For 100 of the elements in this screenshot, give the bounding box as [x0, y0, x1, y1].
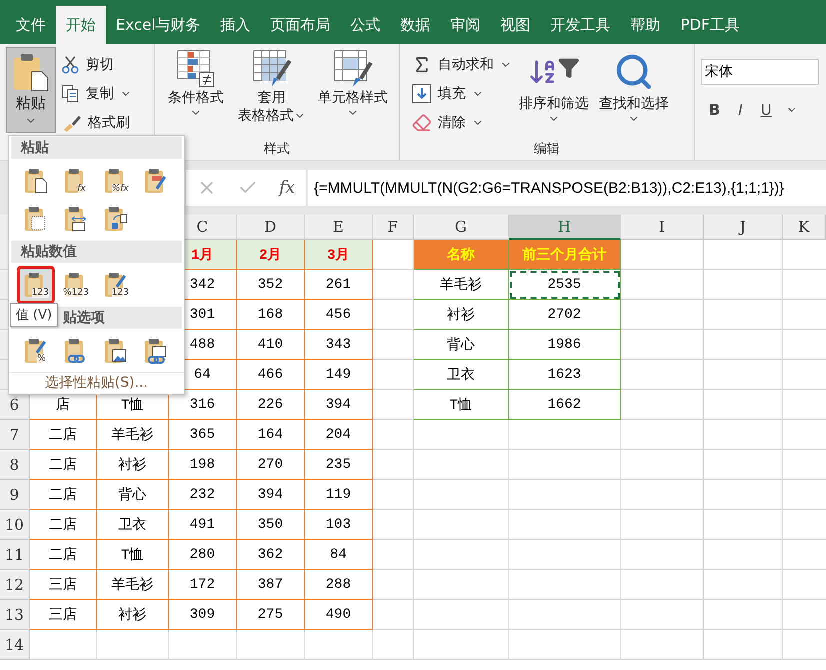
table-cell: 背心 [97, 480, 169, 510]
paste-option-button[interactable]: 123 [17, 266, 55, 304]
editing-button[interactable]: 填充 [410, 82, 514, 105]
ribbon-tab[interactable]: 插入 [210, 6, 261, 44]
search-icon [614, 52, 654, 92]
tooltip: 值 (V) [10, 303, 58, 327]
table-cell: 261 [305, 270, 373, 300]
column-header[interactable]: I [621, 215, 704, 240]
ribbon-tab[interactable]: Excel与财务 [106, 6, 211, 44]
format-button[interactable]: U [756, 99, 776, 121]
column-heading: 名称 [414, 240, 509, 270]
ribbon-tab[interactable]: 公式 [340, 6, 391, 44]
table-cell: 275 [237, 600, 305, 630]
paste-option-button[interactable]: % [17, 332, 55, 370]
row-header[interactable]: 14 [0, 630, 30, 660]
row-header[interactable]: 12 [0, 570, 30, 600]
table-cell: 270 [237, 450, 305, 480]
table-cell: T恤 [97, 540, 169, 570]
editing-button[interactable]: 清除 [410, 111, 514, 134]
ribbon-tab[interactable]: 视图 [490, 6, 541, 44]
clipboard-picture-icon [143, 336, 169, 365]
column-header[interactable]: D [237, 215, 305, 240]
table-cell: 1662 [509, 390, 621, 420]
ribbon-tab[interactable]: 开发工具 [540, 6, 621, 44]
style-button[interactable]: 套用 表格格式 [231, 47, 314, 125]
table-cell: 309 [169, 600, 237, 630]
clipboard-button[interactable]: 格式刷 [60, 111, 134, 134]
editing-button[interactable]: 自动求和 [410, 53, 514, 76]
table-cell: T恤 [414, 390, 509, 420]
style-button[interactable]: 条件格式 [161, 47, 232, 119]
menu-section-title: 粘贴 [11, 137, 182, 159]
cell-style-icon [333, 49, 374, 89]
column-header[interactable]: J [704, 215, 783, 240]
table-cell: 二店 [30, 450, 97, 480]
table-cell: 362 [237, 540, 305, 570]
ribbon-tab[interactable]: 数据 [390, 6, 441, 44]
table-cell: 羊毛衫 [414, 270, 509, 300]
formula-field[interactable]: {=MMULT(MMULT(N(G2:G6=TRANSPOSE(B2:B13)),C2:E13),{1;1;1})} [308, 170, 826, 206]
format-button[interactable]: I [734, 99, 747, 121]
column-heading: 3月 [305, 240, 373, 270]
table-cell: 三店 [30, 600, 97, 630]
ribbon-tab[interactable]: PDF工具 [670, 6, 750, 44]
table-cell: 103 [305, 510, 373, 540]
clipboard-arrows-icon [63, 204, 89, 233]
table-cell: 350 [237, 510, 305, 540]
table-cell: 172 [169, 570, 237, 600]
insert-function-button[interactable]: fx [279, 178, 296, 198]
row-header[interactable]: 10 [0, 510, 30, 540]
table-cell: 三店 [30, 570, 97, 600]
menu-section-title: 粘贴数值 [11, 240, 182, 263]
editing-button[interactable]: 查找和选择 [594, 47, 674, 125]
table-cell: 168 [237, 300, 305, 330]
table-cell: 394 [237, 480, 305, 510]
ribbon-tab[interactable]: 页面布局 [260, 6, 341, 44]
table-cell: 149 [305, 360, 373, 390]
column-header[interactable]: E [305, 215, 373, 240]
table-cell: 288 [305, 570, 373, 600]
table-style-icon [252, 49, 292, 89]
paste-option-button[interactable]: fx [57, 162, 95, 200]
row-header[interactable]: 11 [0, 540, 30, 570]
paste-special-item[interactable]: 选择性粘贴(S)... [9, 372, 184, 394]
style-button[interactable]: 单元格样式 [313, 47, 393, 119]
row-header[interactable]: 8 [0, 450, 30, 480]
table-cell: 316 [169, 390, 237, 420]
table-cell: 387 [237, 570, 305, 600]
column-header[interactable]: K [783, 215, 826, 240]
table-cell: 二店 [30, 510, 97, 540]
column-header[interactable]: G [414, 215, 509, 240]
table-cell: 164 [237, 420, 305, 450]
table-cell: 背心 [414, 330, 509, 360]
paste-option-button[interactable]: %123 [57, 266, 95, 304]
table-cell: 衬衫 [414, 300, 509, 330]
row-header[interactable]: 9 [0, 480, 30, 510]
ribbon-tab[interactable]: 帮助 [620, 6, 671, 44]
paste-option-button[interactable]: 123 [97, 266, 135, 304]
column-header[interactable]: F [373, 215, 414, 240]
table-cell: 二店 [30, 420, 97, 450]
row-header[interactable]: 13 [0, 600, 30, 630]
paste-option-button[interactable]: %fx [97, 162, 135, 200]
paste-button[interactable]: 粘贴 [6, 47, 56, 133]
format-button[interactable]: B [705, 99, 724, 121]
editing-button[interactable]: 排序和筛选 [514, 47, 594, 125]
table-cell: 羊毛衫 [97, 420, 169, 450]
ribbon-tab[interactable]: 审阅 [440, 6, 491, 44]
row-header[interactable]: 7 [0, 420, 30, 450]
column-heading: 前三个月合计 [509, 240, 621, 270]
clipboard-button[interactable]: 剪切 [60, 53, 134, 76]
group-label: 编辑 [533, 141, 561, 158]
clipboard-brush-icon [23, 336, 49, 365]
ribbon-tab[interactable]: 文件 [6, 6, 56, 44]
ribbon-tab[interactable]: 开始 [56, 6, 106, 44]
clipboard-button[interactable]: 复制 [60, 82, 134, 105]
column-header[interactable]: H [509, 215, 621, 240]
table-cell: 491 [169, 510, 237, 540]
table-cell: 394 [305, 390, 373, 420]
table-cell: 232 [169, 480, 237, 510]
table-cell: 84 [305, 540, 373, 570]
font-field[interactable]: 宋体 [701, 59, 819, 85]
table-cell: 羊毛衫 [97, 570, 169, 600]
group-label: 样式 [263, 141, 291, 158]
